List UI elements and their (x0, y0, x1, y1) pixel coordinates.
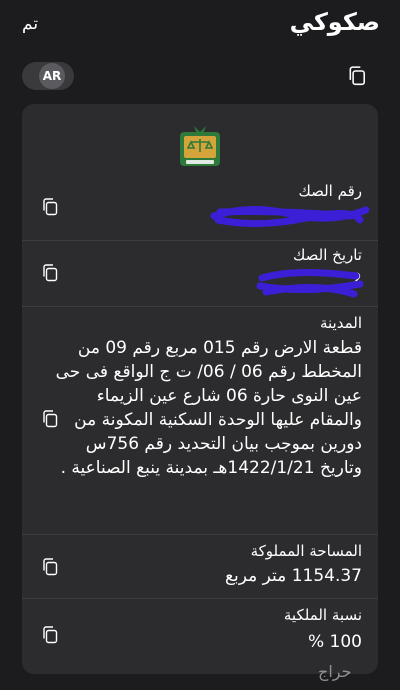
deed-number-label: رقم الصك (298, 182, 362, 200)
ownership-percentage-value: 100 % (307, 632, 362, 652)
deed-date-row: تاريخ الصك 2 (22, 240, 378, 307)
owned-area-label: المساحة المملوكة (250, 542, 362, 560)
copy-ownership-percentage-icon[interactable] (42, 626, 58, 644)
redaction-scribble-deed-date (256, 268, 364, 298)
owned-area-value: 1154.37 متر مربع (224, 566, 362, 586)
deed-number-row: رقم الصك (22, 176, 378, 241)
copy-deed-date-icon[interactable] (42, 264, 58, 282)
copy-all-icon[interactable] (348, 66, 366, 86)
city-label: المدينة (319, 314, 362, 332)
language-toggle[interactable]: AR (22, 62, 74, 90)
deed-card: رقم الصك تاريخ الصك 2 المدينة قطعة الارض (22, 104, 378, 674)
copy-deed-number-icon[interactable] (42, 198, 58, 216)
city-row: المدينة قطعة الارض رقم 015 مربع رقم 09 م… (22, 306, 378, 535)
watermark: حراج (318, 662, 352, 681)
language-toggle-knob: AR (39, 63, 65, 89)
page-title: صكوكي (289, 8, 380, 36)
copy-city-icon[interactable] (42, 410, 58, 428)
redaction-scribble-deed-number (210, 205, 370, 228)
owned-area-row: المساحة المملوكة 1154.37 متر مربع (22, 534, 378, 599)
city-value: قطعة الارض رقم 015 مربع رقم 09 من المخطط… (55, 338, 362, 478)
copy-owned-area-icon[interactable] (42, 558, 58, 576)
done-button[interactable]: تم (22, 14, 38, 34)
deed-date-label: تاريخ الصك (292, 246, 362, 264)
top-bar: صكوكي تم (0, 0, 400, 48)
ministry-of-justice-logo-icon (174, 120, 226, 172)
ownership-percentage-label: نسبة الملكية (283, 606, 362, 624)
